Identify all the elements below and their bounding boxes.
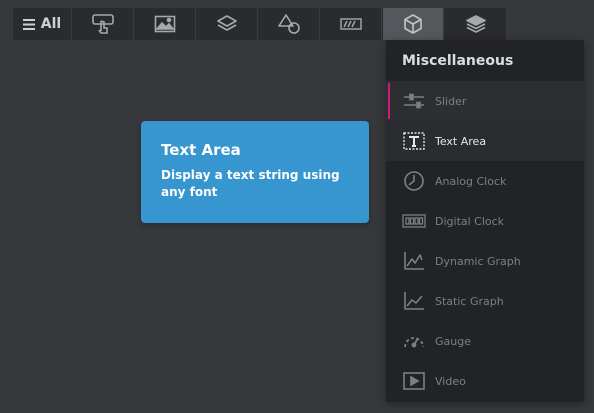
menu-item-label: Analog Clock bbox=[435, 174, 507, 188]
slider-icon bbox=[402, 89, 426, 113]
hover-accent-bar bbox=[388, 83, 390, 119]
layers-category-button[interactable] bbox=[197, 8, 258, 40]
gauge-icon bbox=[402, 329, 426, 353]
static-graph-icon bbox=[402, 289, 426, 313]
layers-icon bbox=[217, 15, 237, 31]
miscellaneous-widget-menu: Miscellaneous Slider Text Area Analog Cl… bbox=[386, 40, 584, 402]
menu-item-label: Static Graph bbox=[435, 294, 504, 308]
all-category-button[interactable]: All bbox=[13, 8, 72, 40]
menu-item-label: Digital Clock bbox=[435, 214, 505, 228]
menu-item-label: Dynamic Graph bbox=[435, 254, 521, 268]
tooltip-title: Text Area bbox=[161, 141, 241, 159]
all-category-label: All bbox=[40, 16, 62, 32]
menu-item-gauge[interactable]: Gauge bbox=[386, 321, 584, 361]
video-icon bbox=[402, 369, 426, 393]
menu-item-video[interactable]: Video bbox=[386, 361, 584, 401]
menu-item-slider[interactable]: Slider bbox=[386, 81, 584, 121]
progress-category-button[interactable] bbox=[321, 8, 382, 40]
interaction-icon bbox=[92, 14, 114, 34]
image-icon bbox=[154, 15, 176, 33]
widget-category-toolbar: All bbox=[13, 8, 506, 40]
image-category-button[interactable] bbox=[135, 8, 196, 40]
shapes-icon bbox=[278, 14, 300, 34]
tooltip-description: Display a text string using any font bbox=[161, 168, 340, 199]
stack-icon bbox=[465, 15, 486, 33]
menu-item-label: Text Area bbox=[435, 134, 487, 148]
analog-clock-icon bbox=[402, 169, 426, 193]
menu-item-label: Slider bbox=[435, 94, 467, 108]
digital-clock-icon bbox=[402, 209, 426, 233]
menu-item-label: Gauge bbox=[435, 334, 471, 348]
menu-item-digital-clock[interactable]: Digital Clock bbox=[386, 201, 584, 241]
interaction-category-button[interactable] bbox=[73, 8, 134, 40]
stack-category-button[interactable] bbox=[445, 8, 506, 40]
text-area-icon bbox=[402, 129, 426, 153]
menu-title: Miscellaneous bbox=[402, 53, 514, 69]
cube-icon bbox=[404, 14, 422, 34]
progress-icon bbox=[340, 18, 362, 30]
menu-item-dynamic-graph[interactable]: Dynamic Graph bbox=[386, 241, 584, 281]
menu-item-text-area[interactable]: Text Area bbox=[386, 121, 584, 161]
menu-item-analog-clock[interactable]: Analog Clock bbox=[386, 161, 584, 201]
menu-item-label: Video bbox=[435, 374, 466, 388]
shapes-category-button[interactable] bbox=[259, 8, 320, 40]
dynamic-graph-icon bbox=[402, 249, 426, 273]
menu-item-static-graph[interactable]: Static Graph bbox=[386, 281, 584, 321]
widget-description-tooltip: Text Area Display a text string using an… bbox=[141, 121, 369, 223]
list-icon bbox=[22, 18, 35, 30]
miscellaneous-category-button[interactable] bbox=[383, 8, 444, 40]
